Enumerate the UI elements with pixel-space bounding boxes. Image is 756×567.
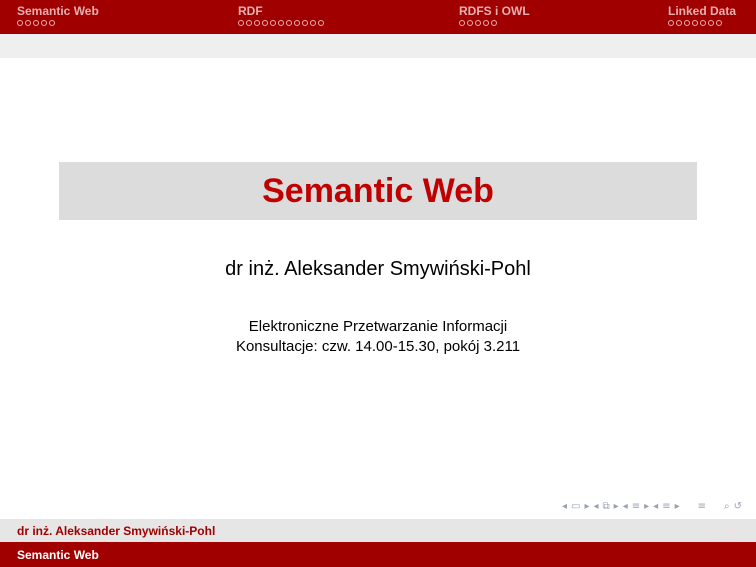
nav-dots-rdf[interactable] — [238, 20, 326, 28]
frame-dot-icon[interactable] — [278, 20, 284, 26]
nav-dots-rdfs-owl[interactable] — [459, 20, 499, 28]
arrow-left-icon[interactable]: ◂ — [653, 500, 658, 514]
frame-dot-icon[interactable] — [310, 20, 316, 26]
slide-icon[interactable]: ⧉ — [603, 500, 610, 514]
footer-author: dr inż. Aleksander Smywiński-Pohl — [17, 524, 216, 538]
nav-section-semantic-web[interactable]: Semantic Web — [17, 4, 99, 18]
frame-dot-icon[interactable] — [238, 20, 244, 26]
frame-dot-icon[interactable] — [491, 20, 497, 26]
nav-section-rdf[interactable]: RDF — [238, 4, 263, 18]
frame-dot-icon[interactable] — [41, 20, 47, 26]
page-number: 1 / 81 — [714, 525, 737, 535]
arrow-right-icon[interactable]: ▸ — [675, 500, 680, 514]
frame-dot-icon[interactable] — [700, 20, 706, 26]
nav-dots-semantic-web[interactable] — [17, 20, 57, 28]
slide-course: Elektroniczne Przetwarzanie Informacji — [248, 318, 508, 335]
slide-title: Semantic Web — [262, 171, 494, 210]
section-icon[interactable]: ≡ — [632, 500, 640, 514]
frame-dot-icon[interactable] — [459, 20, 465, 26]
frame-dot-icon[interactable] — [25, 20, 31, 26]
section-navigation-bar: Semantic Web RDF RDFS i OWL Linked Data — [0, 0, 756, 34]
footer-title-bar: Semantic Web — [0, 542, 756, 567]
nav-section-linked-data[interactable]: Linked Data — [668, 4, 736, 18]
frame-dot-icon[interactable] — [676, 20, 682, 26]
arrow-right-icon[interactable]: ▸ — [644, 500, 649, 514]
back-forward-icon[interactable]: ↺ — [734, 500, 742, 514]
frame-dot-icon[interactable] — [475, 20, 481, 26]
arrow-left-icon[interactable]: ◂ — [594, 500, 599, 514]
arrow-right-icon[interactable]: ▸ — [614, 500, 619, 514]
nav-dots-linked-data[interactable] — [668, 20, 724, 28]
frame-dot-icon[interactable] — [33, 20, 39, 26]
arrow-left-icon[interactable]: ◂ — [623, 500, 628, 514]
frame-dot-icon[interactable] — [668, 20, 674, 26]
frame-dot-icon[interactable] — [49, 20, 55, 26]
title-box: Semantic Web — [59, 162, 697, 220]
subsection-icon[interactable]: ≡ — [662, 500, 670, 514]
arrow-left-icon[interactable]: ◂ — [562, 500, 567, 514]
search-icon[interactable]: ⌕ — [724, 500, 730, 514]
footer-title: Semantic Web — [17, 548, 99, 562]
arrow-right-icon[interactable]: ▸ — [584, 500, 589, 514]
slide-consultation: Konsultacje: czw. 14.00-15.30, pokój 3.2… — [235, 338, 521, 355]
frame-dot-icon[interactable] — [302, 20, 308, 26]
footer-author-bar: dr inż. Aleksander Smywiński-Pohl 1 / 81 — [0, 519, 756, 542]
frame-dot-icon[interactable] — [262, 20, 268, 26]
frame-dot-icon[interactable] — [692, 20, 698, 26]
frame-dot-icon[interactable] — [246, 20, 252, 26]
subsection-bar — [0, 34, 756, 58]
slide-author: dr inż. Aleksander Smywiński-Pohl — [225, 258, 531, 280]
frame-dot-icon[interactable] — [270, 20, 276, 26]
frame-dot-icon[interactable] — [286, 20, 292, 26]
frame-dot-icon[interactable] — [294, 20, 300, 26]
frame-dot-icon[interactable] — [708, 20, 714, 26]
frame-dot-icon[interactable] — [467, 20, 473, 26]
beamer-navigation-symbols: ◂ ▭ ▸ ◂ ⧉ ▸ ◂ ≡ ▸ ◂ ≡ ▸ ≡ ⌕ ↺ — [562, 500, 742, 514]
frame-icon[interactable]: ▭ — [571, 500, 580, 514]
frame-dot-icon[interactable] — [17, 20, 23, 26]
align-icon[interactable]: ≡ — [698, 500, 706, 514]
frame-dot-icon[interactable] — [254, 20, 260, 26]
nav-section-rdfs-owl[interactable]: RDFS i OWL — [459, 4, 530, 18]
frame-dot-icon[interactable] — [318, 20, 324, 26]
frame-dot-icon[interactable] — [483, 20, 489, 26]
frame-dot-icon[interactable] — [684, 20, 690, 26]
frame-dot-icon[interactable] — [716, 20, 722, 26]
